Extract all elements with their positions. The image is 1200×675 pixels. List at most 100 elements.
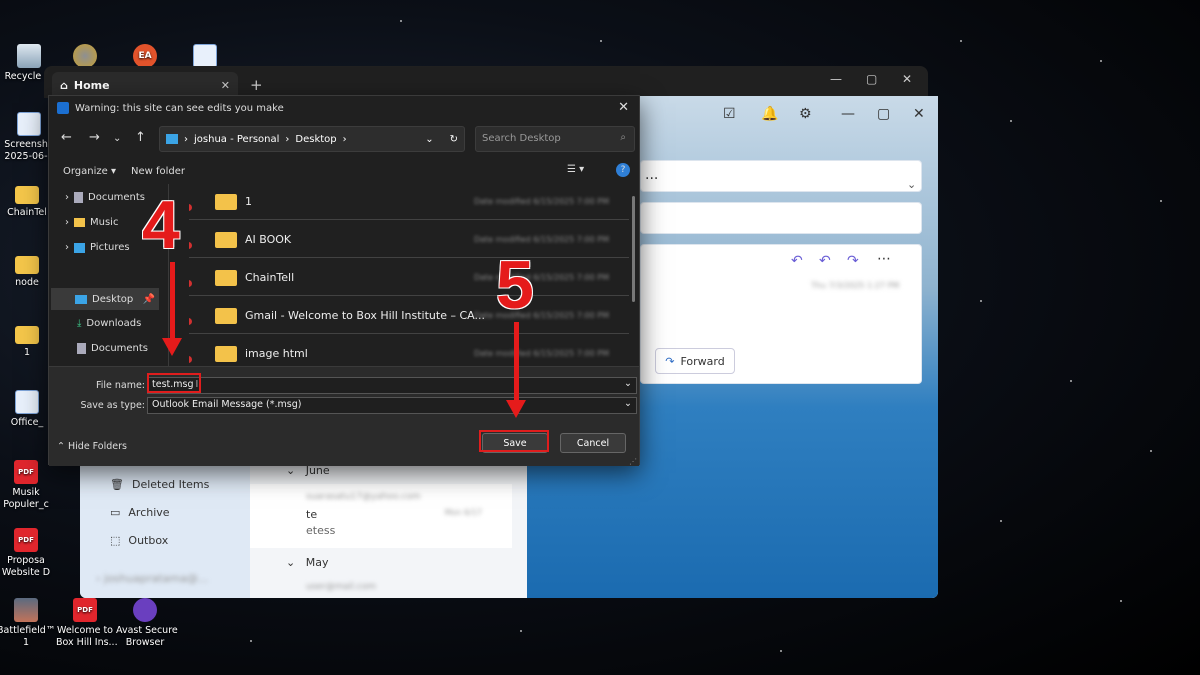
message-preview: etess [306, 524, 336, 537]
desktop-icon-avast[interactable]: Avast Secure Browser [116, 598, 178, 649]
new-folder-button[interactable]: New folder [131, 166, 185, 177]
bell-icon[interactable]: 🔔 [761, 106, 778, 122]
avast-icon [133, 598, 157, 622]
desktop-icon-proposal[interactable]: PDF Proposa Website D [0, 528, 55, 579]
resize-grip-icon[interactable]: ⋰ [629, 457, 637, 466]
step-4-label: 4 [142, 187, 180, 263]
message-timestamp: Thu 7/3/2025 1:27 PM [811, 281, 900, 290]
view-options-icon[interactable]: ☰ ▾ [567, 164, 584, 175]
breadcrumb-desktop[interactable]: Desktop [295, 134, 336, 145]
cancel-button[interactable]: Cancel [560, 433, 626, 453]
tasks-icon[interactable]: ☑ [723, 106, 736, 122]
close-button[interactable]: ✕ [902, 72, 912, 86]
nav-downloads[interactable]: ⤓ Downloads [77, 318, 141, 329]
forward-button[interactable]: → [89, 130, 100, 145]
sync-error-icon [189, 204, 192, 211]
file-shortcut-icon [193, 44, 217, 68]
file-row[interactable]: ChainTell Date modified 6/15/2025 7:00 PM [189, 260, 629, 296]
nav-deleted-items[interactable]: 🗑 Deleted Items [110, 478, 209, 491]
pdf-icon: PDF [14, 460, 38, 484]
sync-error-icon [189, 242, 192, 249]
file-row[interactable]: image html Date modified 6/15/2025 7:00 P… [189, 336, 629, 366]
reply-icon[interactable]: ↶ [791, 253, 803, 269]
close-tab-icon[interactable]: ✕ [221, 79, 230, 92]
forward-button[interactable]: ↷ Forward [655, 348, 735, 374]
step-5-label: 5 [496, 247, 534, 323]
desktop-icon-welcome[interactable]: PDF Welcome to Box Hill Ins... [56, 598, 118, 649]
file-row[interactable]: 1 Date modified 6/15/2025 7:00 PM [189, 184, 629, 220]
folder-icon [215, 193, 237, 210]
dialog-title: Warning: this site can see edits you mak… [57, 102, 284, 114]
message-item[interactable]: suarasatu17@yahoo.com te etess Mon 6/17 [250, 484, 512, 548]
home-icon: ⌂ [60, 78, 68, 92]
archive-icon: ▭ [110, 506, 121, 519]
back-button[interactable]: ← [61, 130, 72, 145]
breadcrumb-personal[interactable]: joshua - Personal [194, 134, 279, 145]
maximize-button[interactable]: ▢ [866, 72, 877, 86]
step-4-arrow-head [162, 338, 182, 356]
documents-icon [77, 343, 86, 354]
desktop-icon-musik[interactable]: PDF Musik Populer_c [0, 460, 55, 511]
more-options-icon[interactable]: ⋯ [877, 251, 891, 267]
chevron-up-icon: ⌃ [57, 441, 65, 452]
reply-all-icon[interactable]: ↶ [819, 253, 831, 269]
office-icon [15, 390, 39, 414]
outlook-icon [57, 102, 69, 114]
chevron-down-icon[interactable]: ⌄ [624, 378, 632, 389]
desktop-icon-battlefield[interactable]: Battlefield™ 1 [0, 598, 55, 649]
dialog-footer: File name: test.msg I ⌄ Save as type: Out… [49, 366, 639, 466]
nav-pictures[interactable]: › Pictures [65, 242, 130, 253]
address-bar[interactable]: › joshua - Personal › Desktop › ⌄ ↻ [159, 126, 465, 152]
account-row[interactable]: › joshuapratama@... [96, 572, 208, 585]
organize-button[interactable]: Organize ▾ [63, 166, 116, 177]
nav-outbox[interactable]: ⬚ Outbox [110, 534, 168, 547]
maximize-button[interactable]: ▢ [877, 106, 890, 122]
chevron-down-icon[interactable]: ⌄ [624, 398, 632, 409]
file-name-input[interactable]: test.msg I ⌄ [147, 377, 637, 394]
refresh-icon[interactable]: ↻ [450, 134, 458, 145]
pictures-icon [74, 242, 85, 253]
image-file-icon [17, 112, 41, 136]
chevron-down-icon[interactable]: ⌄ [907, 178, 916, 191]
up-button[interactable]: ↑ [135, 130, 146, 145]
file-row[interactable]: AI BOOK Date modified 6/15/2025 7:00 PM [189, 222, 629, 258]
message-subject: te [306, 508, 318, 521]
section-may[interactable]: ⌄ May [286, 556, 328, 569]
sync-error-icon [189, 280, 192, 287]
file-row[interactable]: Gmail - Welcome to Box Hill Institute – … [189, 298, 629, 334]
help-icon[interactable]: ? [616, 163, 630, 177]
gear-icon[interactable]: ⚙ [799, 106, 812, 122]
file-list: 1 Date modified 6/15/2025 7:00 PM AI BOOK… [189, 184, 639, 366]
file-list-scrollbar[interactable] [632, 196, 635, 302]
minimize-button[interactable]: — [830, 72, 842, 86]
save-as-dialog: Warning: this site can see edits you mak… [48, 95, 640, 466]
search-input[interactable]: Search Desktop ⌕ [475, 126, 635, 152]
close-dialog-button[interactable]: ✕ [618, 100, 629, 115]
music-folder-icon [74, 218, 85, 227]
message-date: Mon 6/17 [444, 508, 482, 517]
pdf-icon: PDF [73, 598, 97, 622]
recent-locations-button[interactable]: ⌄ [113, 133, 121, 144]
dialog-toolbar: Organize ▾ New folder ☰ ▾ ? [49, 158, 639, 184]
save-type-select[interactable]: Outlook Email Message (*.msg) ⌄ [147, 397, 637, 414]
sync-error-icon [189, 318, 192, 325]
download-icon: ⤓ [77, 318, 82, 329]
file-name-label: File name: [95, 380, 145, 391]
ea-app-icon: EA [133, 44, 157, 68]
nav-music[interactable]: › Music [65, 217, 118, 228]
minimize-button[interactable]: — [841, 106, 855, 122]
forward-icon[interactable]: ↷ [847, 253, 859, 269]
to-field[interactable]: ... [640, 160, 922, 192]
folder-icon [166, 134, 178, 144]
message-list: ⌄ June suarasatu17@yahoo.com te etess Mo… [250, 454, 527, 598]
chevron-down-icon[interactable]: ⌄ [425, 134, 433, 145]
close-button[interactable]: ✕ [913, 106, 925, 122]
nav-documents-quick[interactable]: Documents [77, 343, 148, 354]
nav-desktop[interactable]: Desktop 📌 [51, 288, 159, 310]
hide-folders-button[interactable]: ⌃ Hide Folders [57, 441, 127, 452]
subject-field[interactable] [640, 202, 922, 234]
new-tab-button[interactable]: + [250, 76, 263, 94]
step-5-arrow [514, 322, 519, 402]
nav-archive[interactable]: ▭ Archive [110, 506, 170, 519]
nav-documents[interactable]: › Documents [65, 192, 145, 203]
